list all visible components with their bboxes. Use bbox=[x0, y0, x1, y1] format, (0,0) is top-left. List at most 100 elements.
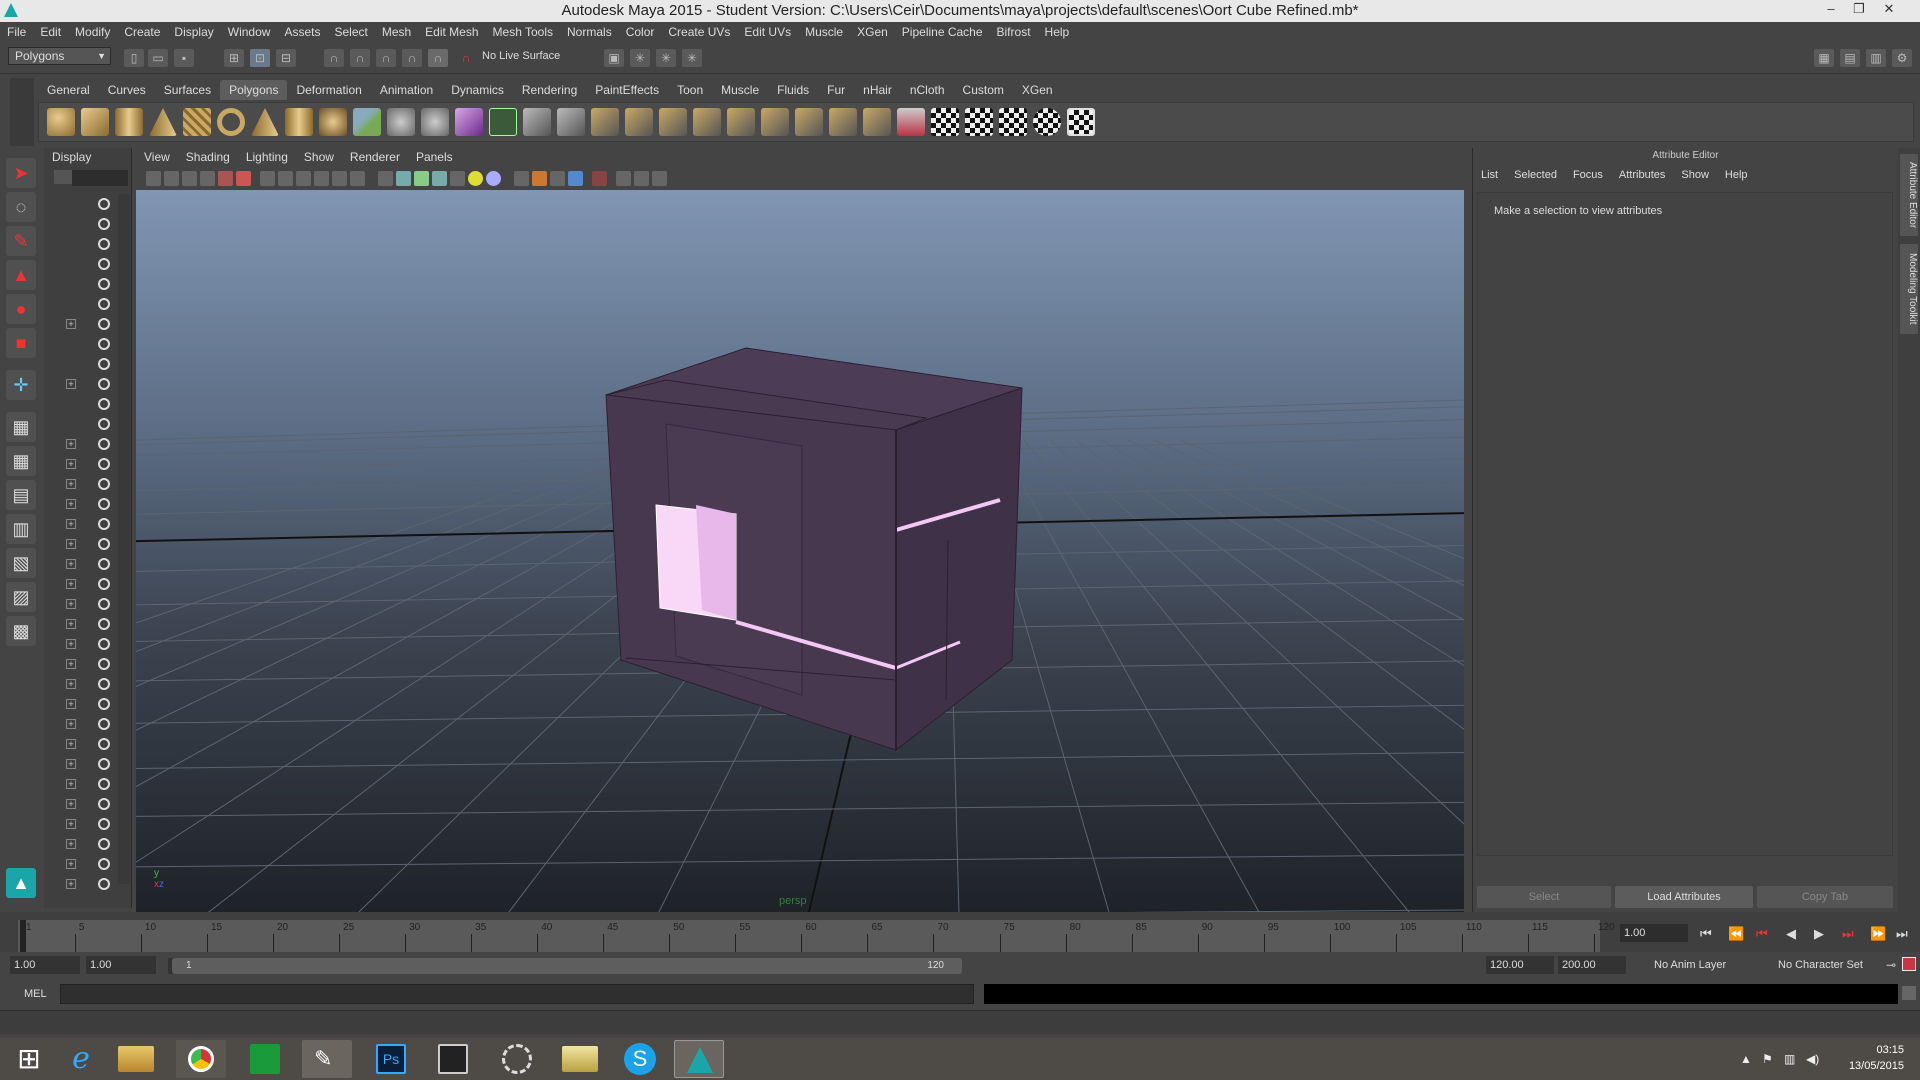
camera-attributes-icon[interactable] bbox=[164, 171, 179, 186]
expand-icon[interactable]: + bbox=[66, 519, 76, 529]
tab-nhair[interactable]: nHair bbox=[854, 80, 901, 100]
poke-face-icon[interactable] bbox=[761, 108, 789, 136]
tab-modeling-toolkit[interactable]: Modeling Toolkit bbox=[1900, 244, 1918, 334]
menu-edit-mesh[interactable]: Edit Mesh bbox=[418, 22, 485, 42]
toggle-attribute-editor-icon[interactable]: ▤ bbox=[1840, 49, 1860, 67]
playback-start-field[interactable]: 1.00 bbox=[86, 956, 156, 974]
expand-icon[interactable]: + bbox=[66, 699, 76, 709]
isolate-select-icon[interactable] bbox=[592, 171, 607, 186]
menu-set-selector[interactable]: Polygons ▼ bbox=[8, 47, 111, 65]
file-explorer-icon[interactable] bbox=[118, 1046, 154, 1072]
perspective-viewport[interactable]: y xz persp bbox=[136, 190, 1464, 912]
tab-surfaces[interactable]: Surfaces bbox=[155, 80, 220, 100]
ae-menu-focus[interactable]: Focus bbox=[1565, 164, 1611, 186]
tab-animation[interactable]: Animation bbox=[371, 80, 442, 100]
persp-outliner-layout-icon[interactable]: ▤ bbox=[6, 480, 36, 510]
mel-command-input[interactable] bbox=[60, 984, 974, 1004]
expand-icon[interactable]: + bbox=[66, 719, 76, 729]
field-chart-icon[interactable] bbox=[332, 171, 347, 186]
windows-start-icon[interactable]: ⊞ bbox=[4, 1040, 54, 1078]
outliner-display-menu[interactable]: Display bbox=[44, 148, 131, 166]
menu-pipeline-cache[interactable]: Pipeline Cache bbox=[895, 22, 990, 42]
menu-modify[interactable]: Modify bbox=[68, 22, 117, 42]
select-by-hierarchy-icon[interactable]: ⊞ bbox=[224, 49, 244, 67]
animation-start-field[interactable]: 1.00 bbox=[10, 956, 80, 974]
rotate-tool-icon[interactable]: ● bbox=[6, 294, 36, 324]
snap-curve-icon[interactable]: ∩ bbox=[350, 49, 370, 67]
screen-space-ao-icon[interactable] bbox=[514, 171, 529, 186]
expand-icon[interactable]: + bbox=[66, 539, 76, 549]
menu-create[interactable]: Create bbox=[117, 22, 167, 42]
menu-window[interactable]: Window bbox=[221, 22, 278, 42]
bookmarks-icon[interactable] bbox=[182, 171, 197, 186]
shadows-icon[interactable] bbox=[486, 171, 501, 186]
expand-icon[interactable]: + bbox=[66, 659, 76, 669]
panel-menu-panels[interactable]: Panels bbox=[408, 148, 461, 166]
paint-select-tool-icon[interactable]: ✎ bbox=[6, 226, 36, 256]
expand-icon[interactable]: + bbox=[66, 439, 76, 449]
expand-icon[interactable]: + bbox=[66, 579, 76, 589]
menu-normals[interactable]: Normals bbox=[560, 22, 619, 42]
move-tool-icon[interactable]: ▲ bbox=[6, 260, 36, 290]
scale-tool-icon[interactable]: ■ bbox=[6, 328, 36, 358]
wedge-icon[interactable] bbox=[795, 108, 823, 136]
expand-icon[interactable]: + bbox=[66, 759, 76, 769]
grid-toggle-icon[interactable] bbox=[260, 171, 275, 186]
preferences-icon[interactable] bbox=[1902, 957, 1916, 971]
expand-icon[interactable]: + bbox=[66, 859, 76, 869]
last-tool-icon[interactable]: ✛ bbox=[6, 370, 36, 400]
menu-xgen[interactable]: XGen bbox=[850, 22, 895, 42]
render-view-icon[interactable]: ▣ bbox=[604, 49, 624, 67]
ae-menu-show[interactable]: Show bbox=[1673, 164, 1717, 186]
menu-edit-uvs[interactable]: Edit UVs bbox=[737, 22, 798, 42]
tab-xgen[interactable]: XGen bbox=[1013, 80, 1062, 100]
expand-icon[interactable]: + bbox=[66, 779, 76, 789]
expand-icon[interactable]: + bbox=[66, 679, 76, 689]
script-language-toggle[interactable]: MEL bbox=[24, 988, 47, 1000]
tab-deformation[interactable]: Deformation bbox=[287, 80, 370, 100]
tab-toon[interactable]: Toon bbox=[668, 80, 712, 100]
expand-icon[interactable]: + bbox=[66, 599, 76, 609]
single-perspective-layout-icon[interactable]: ▦ bbox=[6, 412, 36, 442]
anim-layer-selector[interactable]: No Anim Layer bbox=[1650, 956, 1762, 974]
script-editor-icon[interactable] bbox=[1902, 986, 1916, 1000]
menu-mesh[interactable]: Mesh bbox=[375, 22, 418, 42]
wireframe-icon[interactable] bbox=[378, 171, 393, 186]
tab-custom[interactable]: Custom bbox=[954, 80, 1013, 100]
wireframe-on-shaded-icon[interactable] bbox=[414, 171, 429, 186]
playback-end-field[interactable]: 120.00 bbox=[1486, 956, 1554, 974]
expand-icon[interactable]: + bbox=[66, 499, 76, 509]
image-plane-icon[interactable] bbox=[200, 171, 215, 186]
menu-color[interactable]: Color bbox=[619, 22, 662, 42]
expand-icon[interactable]: + bbox=[66, 479, 76, 489]
minimize-button[interactable]: – bbox=[1818, 1, 1844, 21]
select-by-object-icon[interactable]: ⊡ bbox=[250, 49, 270, 67]
select-tool-icon[interactable]: ➤ bbox=[6, 158, 36, 188]
planar-mapping-icon[interactable] bbox=[931, 108, 959, 136]
lasso-tool-icon[interactable]: ◌ bbox=[6, 192, 36, 222]
volume-icon[interactable]: ◀) bbox=[1806, 1052, 1819, 1066]
panel-menu-shading[interactable]: Shading bbox=[178, 148, 238, 166]
menu-create-uvs[interactable]: Create UVs bbox=[661, 22, 737, 42]
2d-pan-zoom-icon[interactable] bbox=[218, 171, 233, 186]
bevel-icon[interactable] bbox=[591, 108, 619, 136]
skype-icon[interactable]: S bbox=[624, 1043, 656, 1075]
menu-edit[interactable]: Edit bbox=[33, 22, 68, 42]
menu-file[interactable]: File bbox=[0, 22, 33, 42]
tab-painteffects[interactable]: PaintEffects bbox=[586, 80, 668, 100]
poly-pyramid-icon[interactable] bbox=[251, 108, 279, 136]
maya-taskbar-button[interactable] bbox=[674, 1040, 724, 1078]
panel-menu-renderer[interactable]: Renderer bbox=[342, 148, 408, 166]
close-button[interactable]: ✕ bbox=[1876, 1, 1902, 21]
toggle-tool-settings-icon[interactable]: ⚙ bbox=[1892, 49, 1912, 67]
show-hidden-icons-icon[interactable]: ▲ bbox=[1740, 1052, 1752, 1066]
open-scene-icon[interactable]: ▭ bbox=[148, 49, 168, 67]
snap-point-icon[interactable]: ∩ bbox=[376, 49, 396, 67]
xray-components-icon[interactable] bbox=[634, 171, 649, 186]
tab-attribute-editor[interactable]: Attribute Editor bbox=[1900, 154, 1918, 236]
expand-icon[interactable]: + bbox=[66, 879, 76, 889]
four-view-layout-icon[interactable]: ▦ bbox=[6, 446, 36, 476]
store-icon[interactable] bbox=[250, 1044, 280, 1074]
network-icon[interactable]: ▥ bbox=[1784, 1052, 1795, 1066]
menu-muscle[interactable]: Muscle bbox=[798, 22, 850, 42]
